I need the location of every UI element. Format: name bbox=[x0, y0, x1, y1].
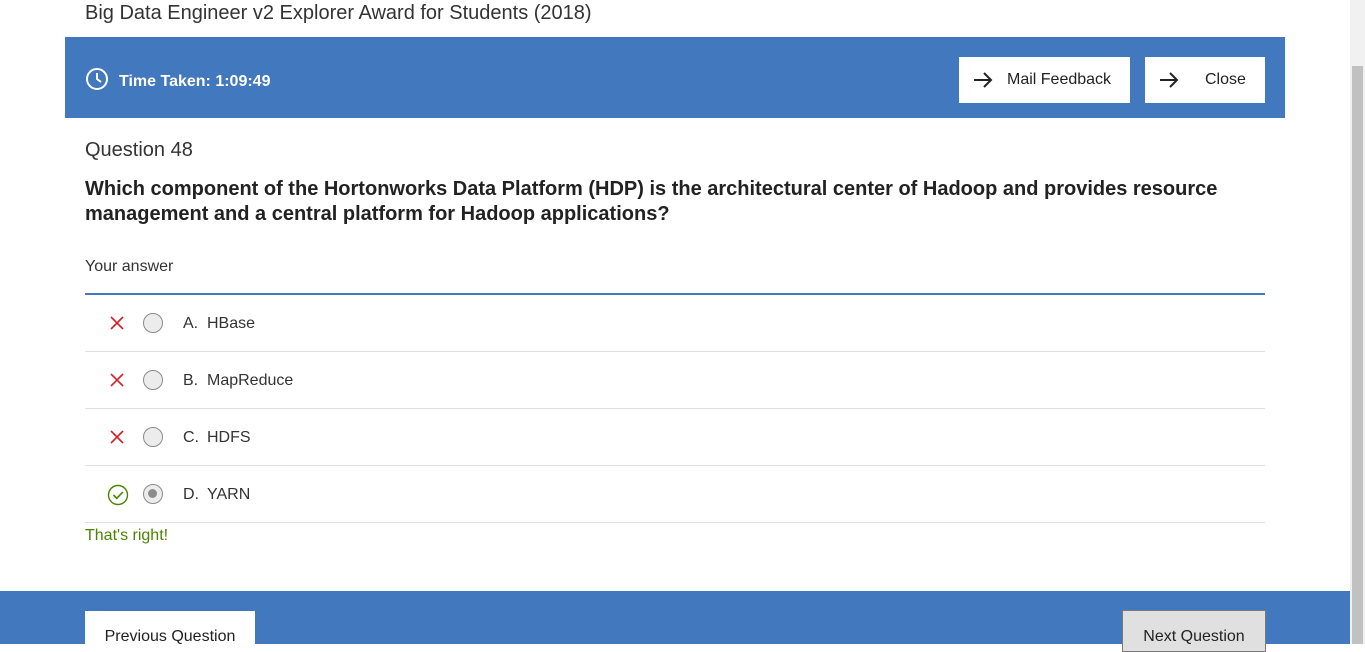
mail-feedback-label: Mail Feedback bbox=[1007, 71, 1112, 88]
incorrect-x-icon bbox=[107, 313, 127, 333]
scrollbar-thumb[interactable] bbox=[1352, 66, 1363, 644]
answer-option-a[interactable]: A. HBase bbox=[85, 295, 1265, 352]
arrow-right-icon bbox=[1159, 72, 1179, 88]
close-button[interactable]: Close bbox=[1145, 57, 1265, 103]
question-text: Which component of the Hortonworks Data … bbox=[85, 178, 1218, 225]
bottom-bar: Previous Question Next Question bbox=[0, 591, 1350, 652]
incorrect-x-icon bbox=[107, 427, 127, 447]
option-text: MapReduce bbox=[207, 372, 294, 389]
close-label: Close bbox=[1205, 71, 1246, 88]
option-letter: D. bbox=[183, 486, 199, 503]
time-taken-label: Time Taken: 1:09:49 bbox=[119, 72, 271, 90]
radio-button[interactable] bbox=[143, 313, 163, 333]
your-answer-label: Your answer bbox=[85, 258, 174, 275]
mail-feedback-button[interactable]: Mail Feedback bbox=[959, 57, 1130, 103]
option-letter: C. bbox=[183, 429, 199, 446]
incorrect-x-icon bbox=[107, 370, 127, 390]
option-letter: A. bbox=[183, 315, 199, 332]
option-text: YARN bbox=[207, 486, 251, 503]
answer-option-d[interactable]: D. YARN bbox=[85, 466, 1265, 523]
answer-option-c[interactable]: C. HDFS bbox=[85, 409, 1265, 466]
feedback-message: That's right! bbox=[85, 527, 169, 544]
option-letter: B. bbox=[183, 372, 199, 389]
radio-button-selected[interactable] bbox=[143, 484, 163, 504]
option-text: HBase bbox=[207, 315, 256, 332]
radio-button[interactable] bbox=[143, 370, 163, 390]
option-text: HDFS bbox=[207, 429, 251, 446]
next-question-button[interactable]: Next Question bbox=[1122, 610, 1266, 652]
radio-button[interactable] bbox=[143, 427, 163, 447]
page-title: Big Data Engineer v2 Explorer Award for … bbox=[85, 2, 592, 24]
previous-question-button[interactable]: Previous Question bbox=[85, 611, 255, 651]
correct-check-icon bbox=[107, 484, 129, 506]
timer: Time Taken: 1:09:49 bbox=[85, 67, 270, 96]
question-number: Question 48 bbox=[85, 139, 193, 161]
answers-list: A. HBase B. MapReduce C. HDFS D. YARN bbox=[85, 293, 1265, 523]
arrow-right-icon bbox=[973, 72, 993, 88]
top-bar: Time Taken: 1:09:49 Mail Feedback Close bbox=[65, 37, 1285, 118]
clock-icon bbox=[85, 67, 119, 96]
answer-option-b[interactable]: B. MapReduce bbox=[85, 352, 1265, 409]
